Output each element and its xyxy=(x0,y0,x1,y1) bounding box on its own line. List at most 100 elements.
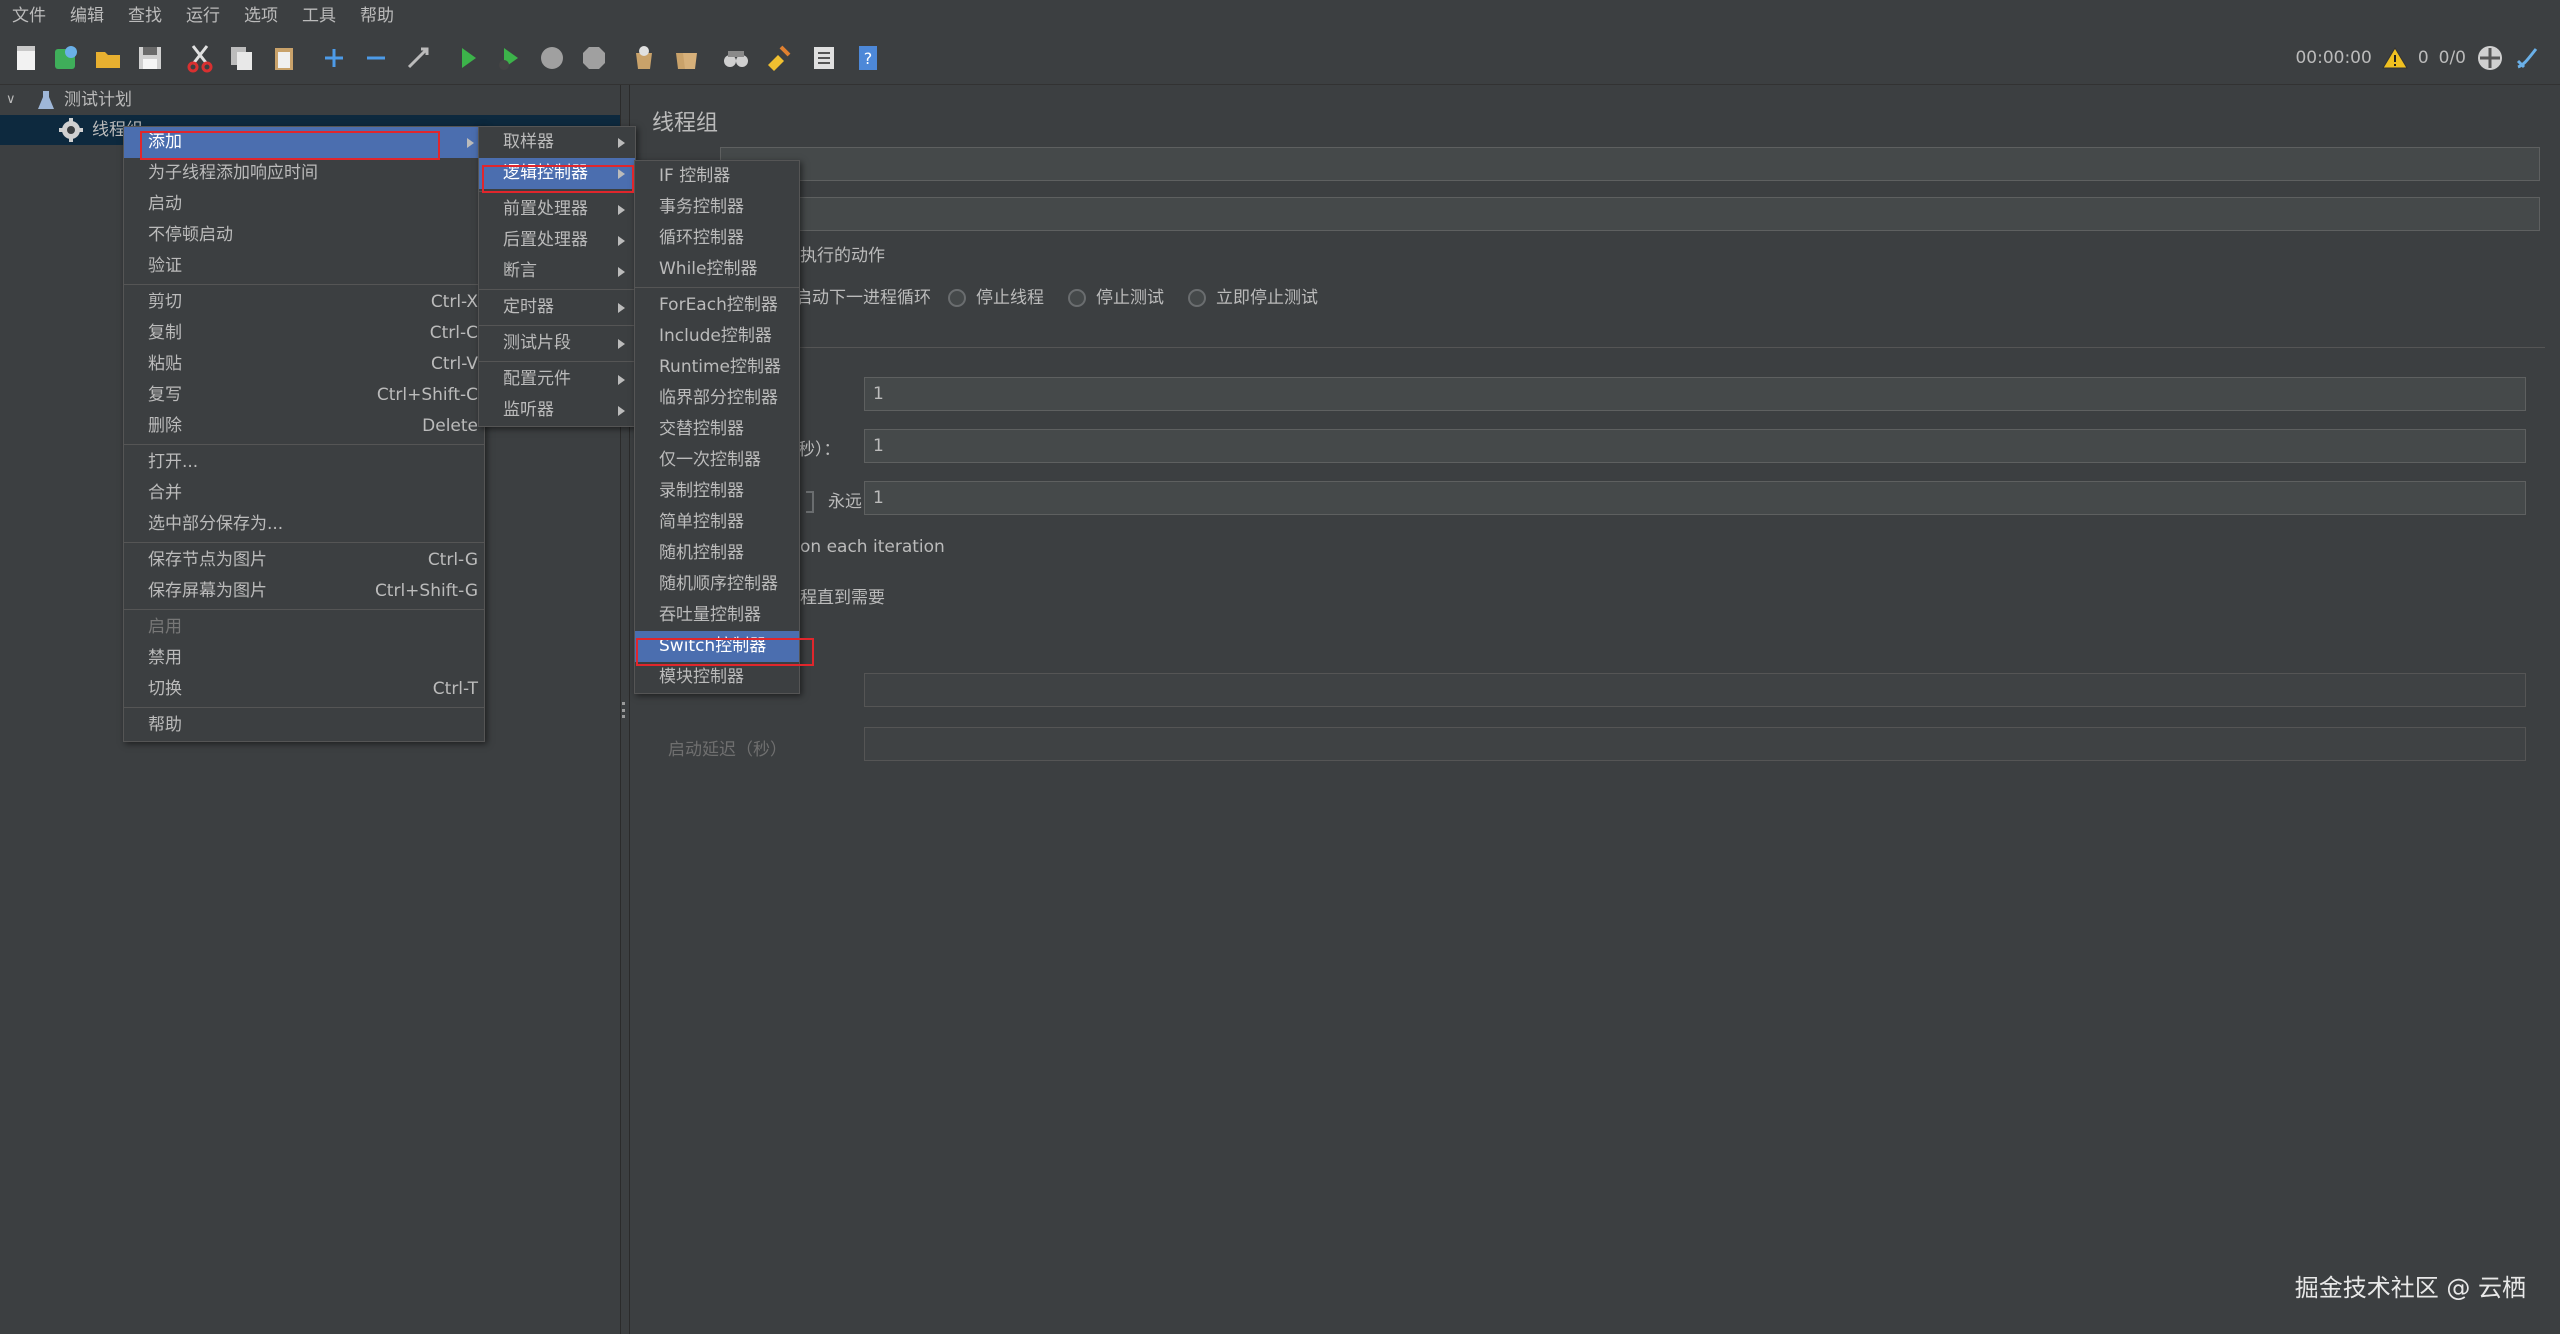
collapse-icon[interactable] xyxy=(358,40,394,76)
search-binoculars-icon[interactable] xyxy=(718,40,754,76)
submenu-arrow-icon xyxy=(618,236,625,246)
logic-submenu-item[interactable]: ForEach控制器 xyxy=(635,290,799,321)
context-menu-item[interactable]: 选中部分保存为... xyxy=(124,509,484,540)
menu-item-label: 启用 xyxy=(148,617,182,637)
chevron-down-icon[interactable]: ∨ xyxy=(6,85,20,115)
add-submenu-item[interactable]: 监听器 xyxy=(479,395,635,426)
logic-submenu-item[interactable]: Include控制器 xyxy=(635,321,799,352)
logic-submenu-item[interactable]: 事务控制器 xyxy=(635,192,799,223)
context-menu-item[interactable]: 添加 xyxy=(124,127,484,158)
cut-icon[interactable] xyxy=(182,40,218,76)
radio-start-next-loop[interactable]: 启动下一进程循环 xyxy=(795,283,931,308)
delay-thread-creation-label: 程直到需要 xyxy=(800,588,885,608)
add-submenu-item[interactable]: 定时器 xyxy=(479,292,635,323)
add-submenu-item[interactable]: 后置处理器 xyxy=(479,225,635,256)
clear-all-icon[interactable] xyxy=(668,40,704,76)
context-menu-item[interactable]: 复制 Ctrl-C xyxy=(124,318,484,349)
rampup-input[interactable]: 1 xyxy=(864,429,2526,463)
shutdown-icon[interactable] xyxy=(576,40,612,76)
context-menu-item[interactable]: 为子线程添加响应时间 xyxy=(124,158,484,189)
menu-edit[interactable]: 编辑 xyxy=(58,0,116,32)
menu-item-shortcut: Ctrl+Shift-C xyxy=(376,385,478,405)
add-submenu-item[interactable]: 测试片段 xyxy=(479,328,635,359)
menu-item-label: 录制控制器 xyxy=(659,481,744,501)
expand-icon[interactable] xyxy=(316,40,352,76)
menu-item-label: 监听器 xyxy=(503,400,554,420)
loop-count-input[interactable]: 1 xyxy=(864,481,2526,515)
logic-submenu-item[interactable]: 临界部分控制器 xyxy=(635,383,799,414)
menu-options[interactable]: 选项 xyxy=(232,0,290,32)
logic-submenu-item[interactable]: 交替控制器 xyxy=(635,414,799,445)
radio-stop-test-now[interactable]: 立即停止测试 xyxy=(1188,283,1318,308)
toggle-icon[interactable] xyxy=(400,40,436,76)
context-menu-item[interactable]: 合并 xyxy=(124,478,484,509)
context-menu-item[interactable]: 复写 Ctrl+Shift-C xyxy=(124,380,484,411)
menu-item-label: 删除 xyxy=(148,416,182,436)
context-menu-item[interactable]: 帮助 xyxy=(124,710,484,741)
logic-submenu-item[interactable]: IF 控制器 xyxy=(635,161,799,192)
start-no-pause-icon[interactable] xyxy=(492,40,528,76)
logic-submenu-item[interactable]: Switch控制器 xyxy=(635,631,799,662)
menu-tools[interactable]: 工具 xyxy=(290,0,348,32)
add-submenu-item[interactable]: 逻辑控制器 xyxy=(479,158,635,189)
logic-submenu-item[interactable]: 模块控制器 xyxy=(635,662,799,693)
logic-submenu-item[interactable]: 简单控制器 xyxy=(635,507,799,538)
templates-icon[interactable] xyxy=(48,40,84,76)
logic-submenu-item[interactable]: 随机控制器 xyxy=(635,538,799,569)
context-menu-item[interactable]: 不停顿启动 xyxy=(124,220,484,251)
threads-input[interactable]: 1 xyxy=(864,377,2526,411)
add-submenu-item[interactable]: 断言 xyxy=(479,256,635,287)
menu-file[interactable]: 文件 xyxy=(0,0,58,32)
add-submenu-item[interactable]: 取样器 xyxy=(479,127,635,158)
context-menu-item[interactable]: 验证 xyxy=(124,251,484,282)
context-menu-item[interactable]: 禁用 xyxy=(124,643,484,674)
startup-delay-input[interactable] xyxy=(864,727,2526,761)
logic-submenu-item[interactable]: 仅一次控制器 xyxy=(635,445,799,476)
context-menu-item[interactable]: 打开... xyxy=(124,447,484,478)
context-menu-item[interactable]: 切换 Ctrl-T xyxy=(124,674,484,705)
context-menu-item[interactable]: 删除 Delete xyxy=(124,411,484,442)
log-viewer-icon[interactable] xyxy=(2514,45,2540,71)
context-menu-item[interactable]: 启动 xyxy=(124,189,484,220)
radio-stop-thread[interactable]: 停止线程 xyxy=(948,283,1044,308)
start-icon[interactable] xyxy=(450,40,486,76)
menu-item-label: 剪切 xyxy=(148,292,182,312)
logic-submenu-item[interactable]: Runtime控制器 xyxy=(635,352,799,383)
menu-help[interactable]: 帮助 xyxy=(348,0,406,32)
open-folder-icon[interactable] xyxy=(90,40,126,76)
new-file-icon[interactable] xyxy=(8,40,44,76)
add-submenu-item[interactable]: 配置元件 xyxy=(479,364,635,395)
remote-globe-icon[interactable] xyxy=(2476,44,2504,72)
logic-submenu-item[interactable]: 随机顺序控制器 xyxy=(635,569,799,600)
reset-search-icon[interactable] xyxy=(760,40,796,76)
logic-submenu-item[interactable]: 吞吐量控制器 xyxy=(635,600,799,631)
menu-item-label: 不停顿启动 xyxy=(148,225,233,245)
save-icon[interactable] xyxy=(132,40,168,76)
menu-run[interactable]: 运行 xyxy=(174,0,232,32)
clear-icon[interactable] xyxy=(626,40,662,76)
watermark: 掘金技术社区 @ 云栖 xyxy=(2294,1274,2526,1302)
context-menu-item[interactable]: 粘贴 Ctrl-V xyxy=(124,349,484,380)
logic-submenu-item[interactable]: 循环控制器 xyxy=(635,223,799,254)
name-field[interactable] xyxy=(720,147,2540,181)
menu-search[interactable]: 查找 xyxy=(116,0,174,32)
context-menu-item[interactable]: 保存节点为图片 Ctrl-G xyxy=(124,545,484,576)
warning-icon[interactable] xyxy=(2381,46,2408,70)
comment-field[interactable] xyxy=(720,197,2540,231)
add-submenu-item[interactable]: 前置处理器 xyxy=(479,194,635,225)
logic-submenu-item[interactable]: 录制控制器 xyxy=(635,476,799,507)
copy-icon[interactable] xyxy=(224,40,260,76)
duration-input[interactable] xyxy=(864,673,2526,707)
function-helper-icon[interactable] xyxy=(806,40,842,76)
paste-icon[interactable] xyxy=(266,40,302,76)
menu-item-label: Switch控制器 xyxy=(659,636,767,656)
status-area: 00:00:00 0 0/0 xyxy=(2295,44,2540,72)
context-menu-item[interactable]: 保存屏幕为图片 Ctrl+Shift-G xyxy=(124,576,484,607)
context-menu-item[interactable]: 剪切 Ctrl-X xyxy=(124,287,484,318)
help-icon[interactable]: ? xyxy=(850,40,886,76)
stop-icon[interactable] xyxy=(534,40,570,76)
tree-node-test-plan[interactable]: ∨ 测试计划 xyxy=(0,85,620,115)
logic-submenu-item[interactable]: While控制器 xyxy=(635,254,799,285)
radio-stop-test[interactable]: 停止测试 xyxy=(1068,283,1164,308)
loop-forever-checkbox[interactable]: 永远 xyxy=(806,487,862,513)
